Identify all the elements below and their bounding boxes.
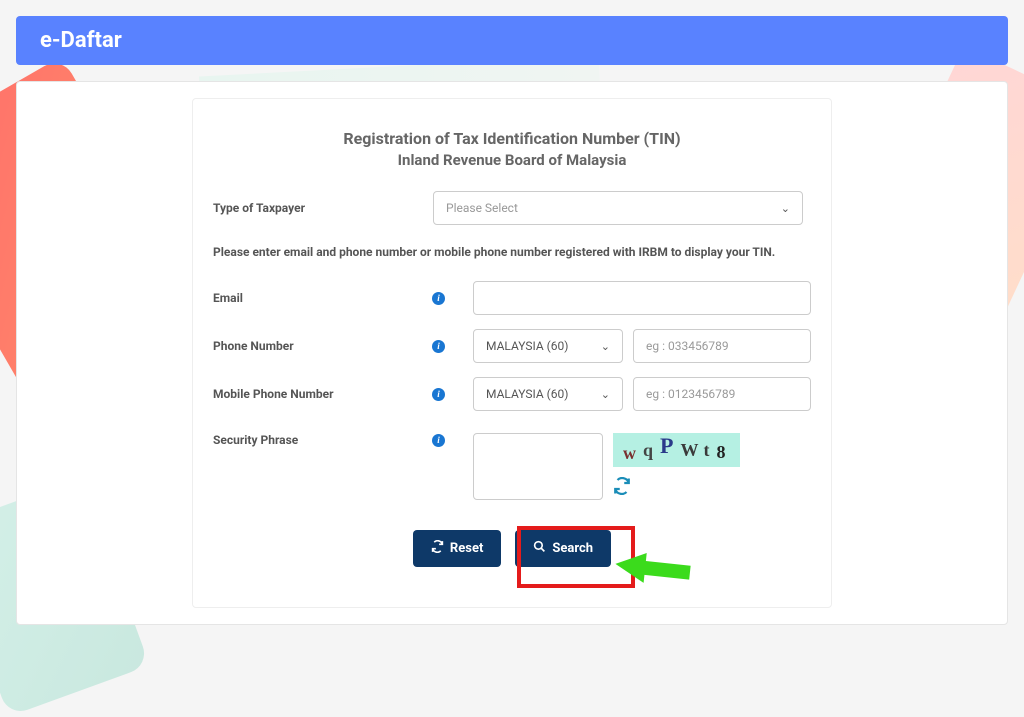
form-card: Registration of Tax Identification Numbe… xyxy=(192,98,832,608)
captcha-image: w q P Wt 8 xyxy=(613,433,740,467)
instruction-text: Please enter email and phone number or m… xyxy=(213,245,811,259)
mobile-label-col: Mobile Phone Number i xyxy=(213,387,473,401)
phone-row: Phone Number i MALAYSIA (60) ⌄ xyxy=(213,329,811,363)
phone-label-col: Phone Number i xyxy=(213,339,473,353)
button-row: Reset Search xyxy=(213,530,811,567)
security-input[interactable] xyxy=(473,433,603,500)
email-label: Email xyxy=(213,291,243,305)
email-label-col: Email i xyxy=(213,291,473,305)
security-label: Security Phrase xyxy=(213,433,298,447)
refresh-icon xyxy=(431,540,444,557)
main-card: Registration of Tax Identification Numbe… xyxy=(16,81,1008,625)
chevron-down-icon: ⌄ xyxy=(781,202,790,215)
phone-country-select[interactable]: MALAYSIA (60) ⌄ xyxy=(473,329,623,363)
form-title: Registration of Tax Identification Numbe… xyxy=(213,127,811,151)
taxpayer-row: Type of Taxpayer Please Select ⌄ xyxy=(213,191,811,225)
phone-input[interactable] xyxy=(633,329,811,363)
email-row: Email i xyxy=(213,281,811,315)
info-icon[interactable]: i xyxy=(432,434,445,447)
reset-button[interactable]: Reset xyxy=(413,530,501,567)
email-input[interactable] xyxy=(473,281,811,315)
refresh-icon[interactable] xyxy=(613,477,631,500)
page-header: e-Daftar xyxy=(16,16,1008,65)
form-subtitle: Inland Revenue Board of Malaysia xyxy=(213,151,811,169)
mobile-country-select[interactable]: MALAYSIA (60) ⌄ xyxy=(473,377,623,411)
security-label-col: Security Phrase i xyxy=(213,433,473,447)
info-icon[interactable]: i xyxy=(432,340,445,353)
phone-label: Phone Number xyxy=(213,339,294,353)
info-icon[interactable]: i xyxy=(432,388,445,401)
header-title: e-Daftar xyxy=(40,28,122,53)
mobile-input[interactable] xyxy=(633,377,811,411)
mobile-row: Mobile Phone Number i MALAYSIA (60) ⌄ xyxy=(213,377,811,411)
search-button[interactable]: Search xyxy=(515,530,611,567)
mobile-label: Mobile Phone Number xyxy=(213,387,333,401)
search-icon xyxy=(533,540,546,557)
security-row: Security Phrase i w q P Wt 8 xyxy=(213,433,811,500)
taxpayer-select[interactable]: Please Select ⌄ xyxy=(433,191,803,225)
info-icon[interactable]: i xyxy=(432,292,445,305)
taxpayer-label: Type of Taxpayer xyxy=(213,201,433,215)
chevron-down-icon: ⌄ xyxy=(601,388,610,401)
chevron-down-icon: ⌄ xyxy=(601,340,610,353)
